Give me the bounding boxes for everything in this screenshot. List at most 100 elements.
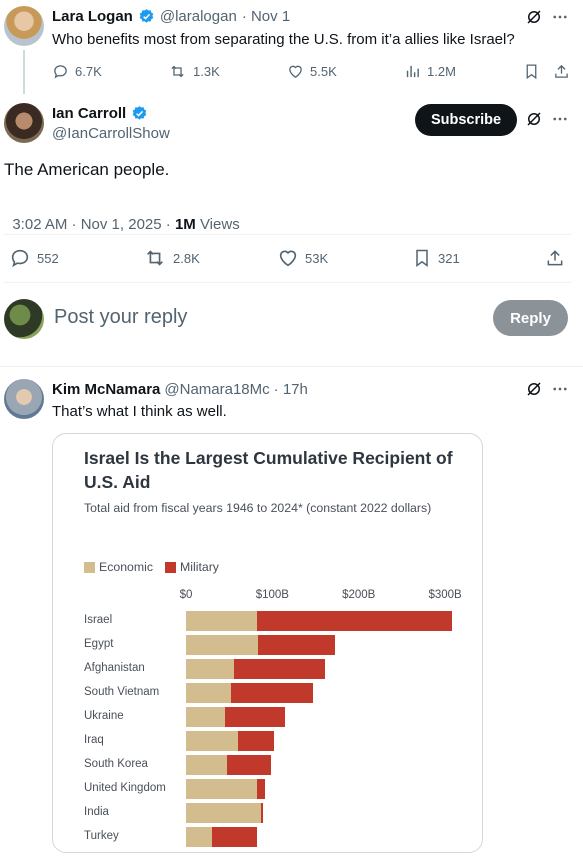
legend-label-military: Military [180,560,219,574]
author-handle[interactable]: @IanCarrollShow [52,125,170,142]
bar-economic [186,803,262,823]
views-count: 1.2M [427,64,456,79]
repost-button[interactable]: 1.3K [168,63,220,80]
like-count: 5.5K [310,64,337,79]
category-label: Afghanistan [84,662,145,674]
like-button[interactable]: 53K [277,247,328,269]
x-tick-label: $200B [342,589,376,601]
like-count: 53K [305,250,329,266]
category-label: Ukraine [84,710,124,722]
bar-military [256,611,452,631]
avatar-lara-logan[interactable] [4,6,44,46]
bar-economic [186,707,225,727]
views-icon [406,65,419,78]
bookmark-icon [416,249,428,267]
avatar-current-user [4,299,44,339]
views-label: Views [195,216,240,233]
views-button[interactable]: 1.2M [404,63,456,80]
legend-swatch-military [165,561,176,573]
category-label: South Korea [84,758,148,770]
bar-military [256,779,266,799]
grok-icon[interactable] [523,378,545,400]
post-text: Who benefits most from separating the U.… [52,31,515,48]
subscribe-button[interactable]: Subscribe [415,104,517,136]
more-options-icon[interactable] [549,108,571,130]
grok-icon[interactable] [523,108,545,130]
repost-icon [171,65,184,78]
bar-military [224,707,286,727]
bar-military [234,659,326,679]
bar-economic [186,827,212,847]
reply-count: 552 [37,250,59,266]
x-tick-label: $0 [179,589,193,601]
author-name[interactable]: Lara Logan [52,8,133,25]
category-label: United Kingdom [84,782,166,794]
share-icon[interactable] [544,247,566,269]
bar-economic [186,755,227,775]
heart-icon [289,65,302,78]
bar-economic [186,611,257,631]
category-label: Egypt [84,638,114,650]
chart-subtitle: Total aid from fiscal years 1946 to 2024… [84,501,432,515]
post-timestamp: 3:02 AM · Nov 1, 2025 · 1M Views [4,199,240,233]
author-handle[interactable]: @Namara18Mc [164,381,269,398]
bar-military [257,635,336,655]
bar-economic [186,659,235,679]
divider [0,366,583,367]
avatar-ian-carroll[interactable] [4,103,44,143]
bar-military [237,731,275,751]
category-label: Turkey [84,830,119,842]
repost-button[interactable]: 2.8K [143,247,200,269]
divider [4,234,571,235]
grok-icon[interactable] [523,6,545,28]
more-options-icon[interactable] [549,6,571,28]
reply-input[interactable]: Post your reply [54,306,474,329]
bar-military [211,827,257,847]
bar-military [230,683,313,703]
views-count: 1M [174,216,196,233]
like-button[interactable]: 5.5K [287,63,337,80]
bar-economic [186,779,257,799]
bar-military [226,755,271,775]
category-label: South Vietnam [84,686,160,698]
author-name[interactable]: Ian Carroll [52,105,126,122]
category-label: Israel [84,614,113,626]
reply-button[interactable]: 552 [9,247,59,269]
repost-count: 1.3K [193,64,220,79]
author-handle[interactable]: @laralogan [160,8,237,25]
reply-count: 6.7K [75,64,102,79]
bar-military [261,803,263,823]
x-tick-label: $300B [428,589,462,601]
avatar-kim-mcnamara[interactable] [4,379,44,419]
category-label: India [84,806,109,818]
category-label: Iraq [84,734,104,746]
attached-chart-image[interactable]: Israel Is the Largest Cumulative Recipie… [52,433,483,853]
bookmark-icon[interactable] [521,61,541,81]
post-text: The American people. [4,160,170,179]
chart-legend: Economic Military [84,560,219,574]
chart-title: Israel Is the Largest Cumulative Recipie… [84,448,453,492]
timestamp-text[interactable]: 3:02 AM · Nov 1, 2025 · [12,216,175,233]
more-options-icon[interactable] [549,378,571,400]
divider [4,282,571,283]
heart-icon [279,250,297,267]
bar-economic [186,731,238,751]
share-icon[interactable] [551,61,571,81]
reply-icon [54,65,67,79]
reply-button[interactable]: 6.7K [52,63,102,80]
author-name[interactable]: Kim McNamara [52,381,160,398]
post-date[interactable]: · 17h [274,381,308,398]
reply-icon [11,249,29,268]
thread-connector [23,50,25,94]
post-date[interactable]: · Nov 1 [242,8,290,25]
bar-economic [186,635,258,655]
verified-badge-icon [139,9,154,23]
legend-swatch-economic [84,561,95,573]
x-tick-label: $100B [255,589,289,601]
repost-count: 2.8K [173,250,200,266]
bar-economic [186,683,231,703]
post-text: That’s what I think as well. [52,403,227,420]
reply-button[interactable]: Reply [493,300,568,336]
bookmark-count: 321 [438,250,460,266]
bookmark-button[interactable]: 321 [412,247,460,269]
